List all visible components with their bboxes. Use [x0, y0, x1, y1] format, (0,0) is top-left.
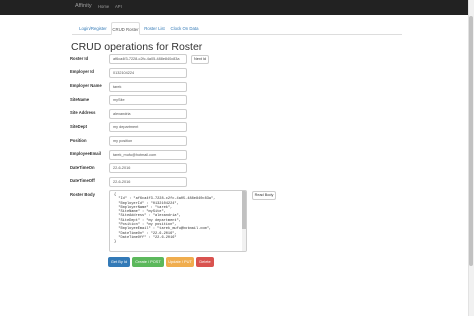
- site-name-field[interactable]: mySite: [109, 95, 187, 105]
- employer-name-label: Employer Name: [70, 83, 102, 88]
- next-id-button[interactable]: Next Id: [191, 55, 209, 64]
- page-title: CRUD operations for Roster: [71, 41, 203, 53]
- nav-link-home[interactable]: Home: [98, 4, 109, 9]
- roster-body-textarea[interactable]: { "Id" : "af6ca4f3-7228-c2fc-4a05-488e84…: [109, 190, 247, 252]
- create-post-button[interactable]: Create / POST: [132, 257, 164, 267]
- position-label: Position: [70, 138, 87, 143]
- tab-clock-on-data[interactable]: Clock On Data: [169, 22, 200, 35]
- tab-roster-list[interactable]: Roster List: [141, 22, 168, 35]
- site-name-label: SiteName: [70, 97, 90, 102]
- date-time-on-field[interactable]: 22-6-2016: [109, 163, 187, 173]
- date-time-off-field[interactable]: 22-6-2016: [109, 177, 187, 187]
- employer-id-field[interactable]: 0132104224: [109, 68, 187, 78]
- site-dept-field[interactable]: my department: [109, 122, 187, 132]
- employee-email-field[interactable]: tarek_mufu@hotmail.com: [109, 150, 187, 160]
- date-time-off-label: DateTimeOff: [70, 178, 95, 183]
- roster-body-text: { "Id" : "af6ca4f3-7228-c2fc-4a05-488e84…: [114, 193, 216, 245]
- roster-id-label: Roster Id: [70, 56, 89, 61]
- site-dept-label: SiteDept: [70, 124, 87, 129]
- navbar-brand[interactable]: Affinity: [75, 3, 92, 9]
- roster-id-field[interactable]: af6ca4f3-7228-c2fc-4a05-488e840c83a: [109, 54, 187, 64]
- update-put-button[interactable]: Update / PUT: [166, 257, 194, 267]
- nav-link-api[interactable]: API: [115, 4, 122, 9]
- position-field[interactable]: my position: [109, 136, 187, 146]
- roster-body-label: Roster Body: [70, 192, 95, 197]
- tab-crud-roster[interactable]: CRUD Roster: [111, 22, 140, 35]
- tab-login-register[interactable]: Login/Register: [74, 22, 112, 35]
- page-scrollbar-thumb[interactable]: [469, 16, 473, 266]
- date-time-on-label: DateTimeOn: [70, 165, 95, 170]
- delete-button[interactable]: Delete: [196, 257, 214, 267]
- read-body-button[interactable]: Read Body: [252, 191, 276, 200]
- textarea-scrollbar-thumb[interactable]: [242, 191, 246, 229]
- site-address-label: Site Address: [70, 110, 96, 115]
- site-address-field[interactable]: alexandria: [109, 109, 187, 119]
- employee-email-label: EmployeeEmail: [70, 151, 101, 156]
- top-navbar: Affinity Home API: [0, 0, 468, 15]
- get-by-id-button[interactable]: Get By Id: [108, 257, 130, 267]
- employer-id-label: Employer Id: [70, 69, 94, 74]
- employer-name-field[interactable]: tarek: [109, 82, 187, 92]
